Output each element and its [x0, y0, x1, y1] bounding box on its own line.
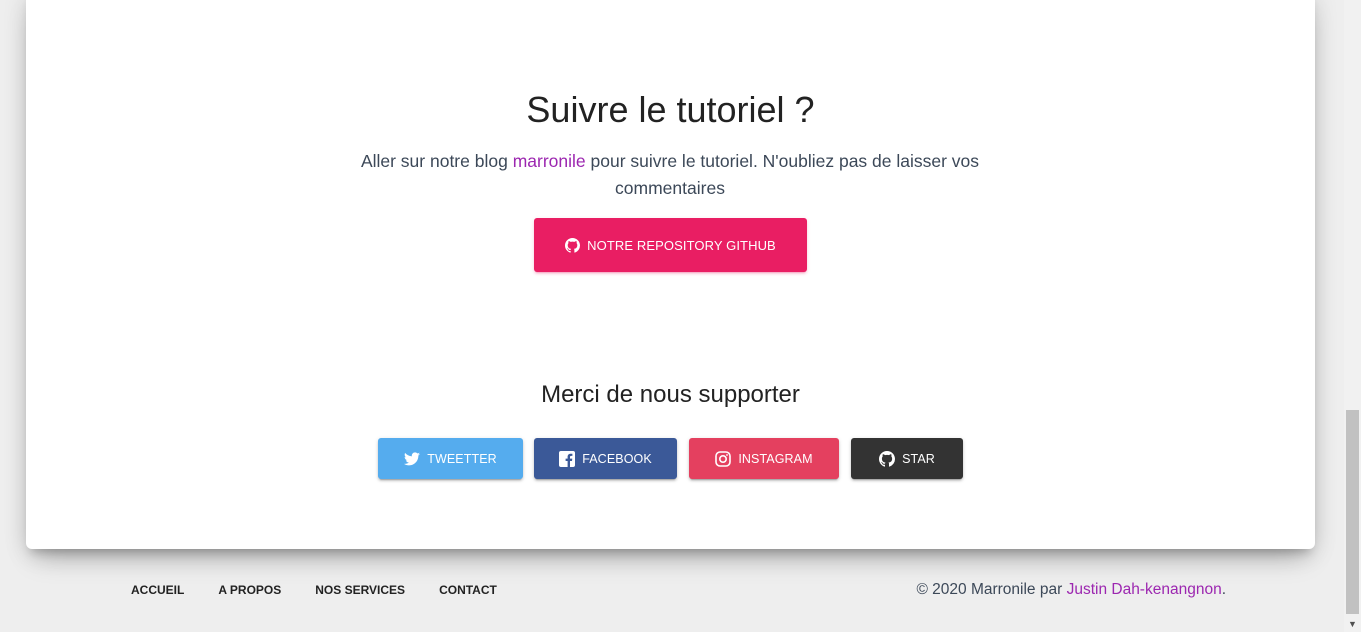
github-icon — [565, 237, 581, 253]
support-title: Merci de nous supporter — [541, 381, 800, 408]
description-text-after: pour suivre le tutoriel. N'oubliez pas d… — [585, 151, 980, 198]
facebook-icon — [559, 450, 576, 467]
copyright-suffix: . — [1221, 581, 1226, 598]
star-button[interactable]: STAR — [851, 438, 963, 479]
facebook-button-label: FACEBOOK — [582, 451, 652, 466]
copyright-prefix: © 2020 Marronile par — [916, 581, 1067, 598]
scroll-down-arrow-icon[interactable]: ▼ — [1344, 615, 1361, 632]
scrollbar-thumb[interactable] — [1346, 410, 1359, 614]
footer-link-accueil[interactable]: ACCUEIL — [114, 580, 201, 600]
author-link[interactable]: Justin Dah-kenangnon — [1067, 581, 1222, 598]
footer-link-nos-services[interactable]: NOS SERVICES — [298, 580, 422, 600]
page: Suivre le tutoriel ? Aller sur notre blo… — [0, 0, 1361, 632]
description-text-before: Aller sur notre blog — [360, 151, 513, 171]
copyright: © 2020 Marronile par Justin Dah-kenangno… — [916, 580, 1226, 600]
footer-link-a-propos[interactable]: A PROPOS — [201, 580, 298, 600]
twitter-icon — [404, 451, 421, 466]
instagram-button[interactable]: INSTAGRAM — [689, 438, 839, 479]
instagram-button-label: INSTAGRAM — [738, 451, 813, 466]
section-description: Aller sur notre blog marronile pour suiv… — [340, 148, 1000, 202]
content-card: Suivre le tutoriel ? Aller sur notre blo… — [26, 0, 1315, 549]
footer-link-contact[interactable]: CONTACT — [422, 580, 514, 600]
twitter-button-label: TWEETTER — [427, 451, 497, 466]
section-title: Suivre le tutoriel ? — [526, 89, 815, 130]
vertical-scrollbar[interactable]: ▼ — [1344, 0, 1361, 632]
twitter-button[interactable]: TWEETTER — [378, 438, 523, 479]
footer-nav: ACCUEIL A PROPOS NOS SERVICES CONTACT — [114, 580, 514, 600]
facebook-button[interactable]: FACEBOOK — [534, 438, 677, 479]
blog-link[interactable]: marronile — [513, 151, 586, 171]
github-button-label: NOTRE REPOSITORY GITHUB — [587, 237, 776, 253]
instagram-icon — [715, 450, 732, 467]
star-button-label: STAR — [902, 451, 935, 466]
github-repository-button[interactable]: NOTRE REPOSITORY GITHUB — [534, 218, 807, 272]
github-icon — [879, 450, 896, 467]
